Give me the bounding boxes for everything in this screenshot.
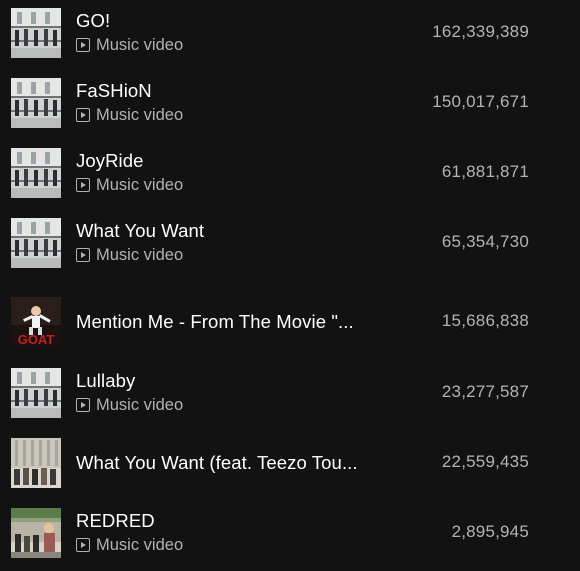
music-video-icon <box>76 538 90 552</box>
music-video-icon <box>76 398 90 412</box>
track-title[interactable]: GO! <box>76 10 110 32</box>
track-row[interactable]: GOAT Mention Me - From The Movie "... 15… <box>0 281 580 351</box>
track-type: Music video <box>76 536 183 554</box>
goat-logo-text: GOAT <box>18 332 55 347</box>
play-count: 15,686,838 <box>441 311 529 330</box>
track-type-label: Music video <box>96 175 184 194</box>
music-video-icon <box>76 108 90 122</box>
track-type-label: Music video <box>96 245 184 264</box>
play-count: 23,277,587 <box>441 382 529 401</box>
track-row[interactable]: Lullaby Music video 23,277,587 <box>0 361 580 431</box>
track-type: Music video <box>76 106 183 124</box>
music-video-icon <box>76 248 90 262</box>
track-type-label: Music video <box>96 395 184 414</box>
track-row[interactable]: GO! Music video 162,339,389 <box>0 1 580 71</box>
track-list: GO! Music video 162,339,389 FaSHioN Musi… <box>0 0 580 567</box>
track-title[interactable]: What You Want <box>76 220 204 242</box>
track-type-label: Music video <box>96 535 184 554</box>
track-type: Music video <box>76 246 183 264</box>
play-count: 22,559,435 <box>441 452 529 471</box>
track-type: Music video <box>76 396 183 414</box>
track-title[interactable]: JoyRide <box>76 150 144 172</box>
track-row[interactable]: REDRED Music video 2,895,945 <box>0 501 580 571</box>
play-count: 162,339,389 <box>432 22 529 41</box>
music-video-icon <box>76 178 90 192</box>
play-count: 65,354,730 <box>441 232 529 251</box>
album-art[interactable] <box>11 8 61 58</box>
track-title[interactable]: FaSHioN <box>76 80 152 102</box>
play-count: 2,895,945 <box>451 522 529 541</box>
album-art[interactable] <box>11 508 61 558</box>
track-type: Music video <box>76 176 183 194</box>
track-row[interactable]: FaSHioN Music video 150,017,671 <box>0 71 580 141</box>
album-art[interactable] <box>11 78 61 128</box>
album-art[interactable] <box>11 218 61 268</box>
track-title[interactable]: What You Want (feat. Teezo Tou... <box>76 452 358 474</box>
track-row[interactable]: What You Want (feat. Teezo Tou... 22,559… <box>0 431 580 501</box>
track-title[interactable]: Mention Me - From The Movie "... <box>76 311 354 333</box>
play-count: 61,881,871 <box>441 162 529 181</box>
music-video-icon <box>76 38 90 52</box>
track-type: Music video <box>76 36 183 54</box>
track-row[interactable]: What You Want Music video 65,354,730 <box>0 211 580 281</box>
album-art[interactable]: GOAT <box>11 297 61 347</box>
track-title[interactable]: Lullaby <box>76 370 135 392</box>
album-art[interactable] <box>11 368 61 418</box>
album-art[interactable] <box>11 438 61 488</box>
track-title[interactable]: REDRED <box>76 510 155 532</box>
play-count: 150,017,671 <box>432 92 529 111</box>
album-art[interactable] <box>11 148 61 198</box>
track-row[interactable]: JoyRide Music video 61,881,871 <box>0 141 580 211</box>
track-type-label: Music video <box>96 35 184 54</box>
track-type-label: Music video <box>96 105 184 124</box>
